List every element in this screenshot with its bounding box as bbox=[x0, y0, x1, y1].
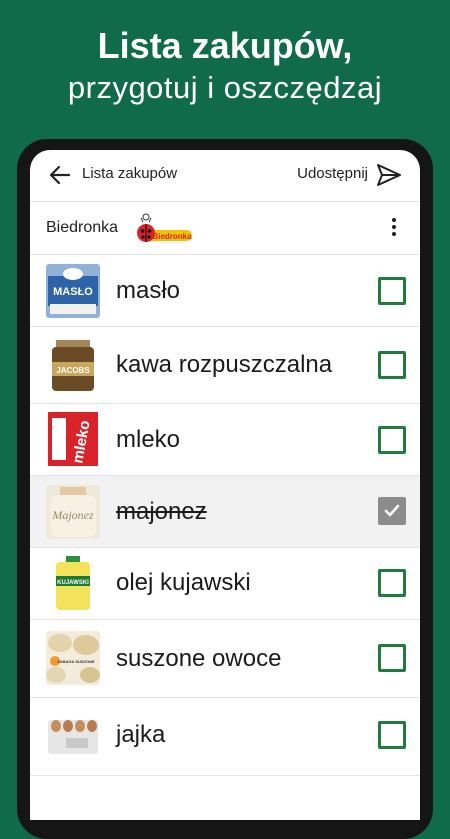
app-bar: Lista zakupów Udostępnij bbox=[30, 150, 420, 202]
item-checkbox[interactable] bbox=[378, 721, 406, 749]
checkmark-icon bbox=[384, 504, 400, 517]
logo-text: Biedronka bbox=[152, 232, 192, 241]
svg-text:MASŁO: MASŁO bbox=[53, 286, 93, 298]
biedronka-logo: Biedronka bbox=[137, 213, 192, 242]
item-label: olej kujawski bbox=[116, 569, 251, 596]
item-label: mleko bbox=[116, 426, 181, 453]
promo-subtitle: przygotuj i oszczędzaj bbox=[67, 70, 383, 105]
product-coffee-image: JACOBS bbox=[46, 338, 100, 392]
back-arrow-icon[interactable] bbox=[49, 164, 71, 186]
store-name: Biedronka bbox=[46, 219, 119, 236]
list-item[interactable]: jajka bbox=[30, 698, 420, 776]
product-butter-image: MASŁO bbox=[46, 264, 100, 318]
svg-text:Majonez: Majonez bbox=[51, 508, 94, 522]
more-options-icon[interactable] bbox=[390, 218, 398, 240]
list-item[interactable]: KUJAWSKI olej kujawski bbox=[30, 548, 420, 620]
shopping-list: MASŁO masło JACOBS kawa rozpuszczalna ml… bbox=[30, 255, 420, 776]
item-checkbox[interactable] bbox=[378, 351, 406, 379]
svg-text:JACOBS: JACOBS bbox=[56, 366, 90, 375]
item-checkbox[interactable] bbox=[378, 426, 406, 454]
product-oil-image: KUJAWSKI bbox=[46, 556, 100, 610]
list-item[interactable]: mleko mleko bbox=[30, 404, 420, 476]
item-checkbox[interactable] bbox=[378, 277, 406, 305]
store-header: Biedronka Biedronka bbox=[30, 202, 420, 255]
list-item-checked[interactable]: Majonez majonez bbox=[30, 476, 420, 548]
list-item[interactable]: ZABAGA SUSZONE suszone owoce bbox=[30, 620, 420, 698]
item-label: masło bbox=[116, 277, 181, 304]
share-button[interactable]: Udostępnij bbox=[297, 165, 368, 182]
product-dried-fruit-image: ZABAGA SUSZONE bbox=[46, 631, 100, 685]
promo-header: Lista zakupów, przygotuj i oszczędzaj bbox=[0, 24, 450, 108]
item-checkbox[interactable] bbox=[378, 569, 406, 597]
page-title: Lista zakupów bbox=[82, 165, 178, 182]
list-item[interactable]: MASŁO masło bbox=[30, 255, 420, 327]
product-mayonnaise-image: Majonez bbox=[46, 485, 100, 539]
item-label: kawa rozpuszczalna bbox=[116, 351, 333, 378]
item-checkbox[interactable] bbox=[378, 644, 406, 672]
item-label: suszone owoce bbox=[116, 645, 282, 672]
promo-title: Lista zakupów, bbox=[97, 25, 353, 66]
svg-text:KUJAWSKI: KUJAWSKI bbox=[57, 580, 89, 586]
product-milk-image: mleko bbox=[46, 412, 100, 466]
send-icon[interactable] bbox=[376, 163, 402, 187]
product-eggs-image bbox=[46, 708, 100, 762]
list-item[interactable]: JACOBS kawa rozpuszczalna bbox=[30, 327, 420, 404]
item-label: jajka bbox=[116, 721, 166, 748]
item-label: majonez bbox=[116, 498, 207, 525]
app-screen: Lista zakupów Udostępnij Biedronka Biedr… bbox=[30, 150, 420, 820]
svg-text:ZABAGA SUSZONE: ZABAGA SUSZONE bbox=[57, 659, 95, 664]
item-checkbox-checked[interactable] bbox=[378, 497, 406, 525]
